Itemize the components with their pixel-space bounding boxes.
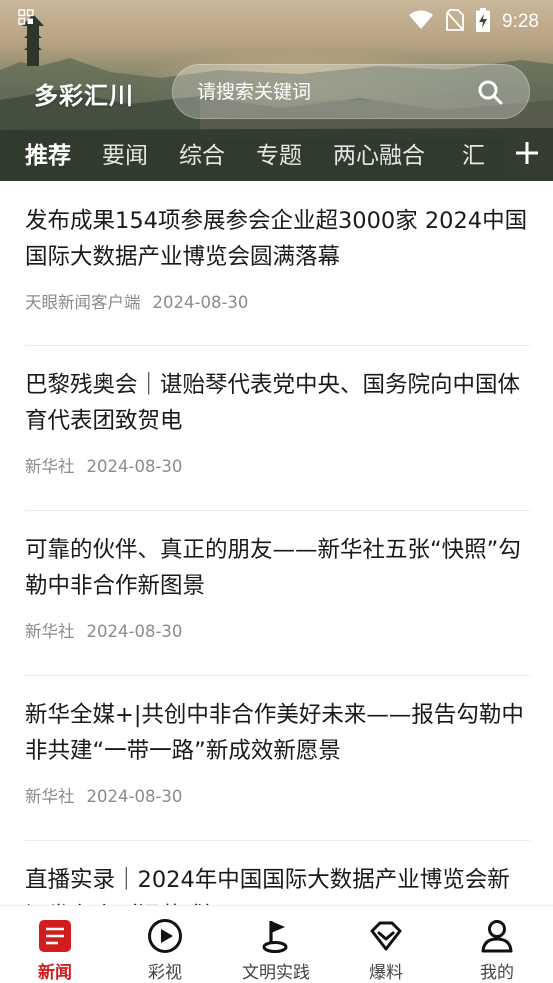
news-item[interactable]: 新华全媒+|共创中非合作美好未来——报告勾勒中非共建“一带一路”新成效新愿景 新…: [25, 697, 530, 807]
category-tabs: 推荐 要闻 综合 专题 两心融合 汇: [0, 130, 553, 176]
divider: [25, 345, 530, 346]
news-item[interactable]: 可靠的伙伴、真正的朋友——新华社五张“快照”勾勒中非合作新图景 新华社 2024-…: [25, 532, 530, 642]
heart-diamond-icon: [368, 918, 404, 958]
news-meta: 新华社 2024-08-30: [25, 453, 530, 477]
flag-icon: [258, 918, 294, 958]
brand-title: 多彩汇川: [34, 82, 134, 110]
news-title: 发布成果154项参展参会企业超3000家 2024中国国际大数据产业博览会圆满落…: [25, 208, 528, 270]
search-icon[interactable]: [477, 79, 503, 109]
status-time: 9:28: [502, 11, 539, 32]
news-list: 发布成果154项参展参会企业超3000家 2024中国国际大数据产业博览会圆满落…: [0, 181, 553, 905]
app-grid-icon: [18, 9, 34, 29]
nav-civilization-practice[interactable]: 文明实践: [221, 906, 331, 983]
news-date: 2024-08-30: [86, 457, 183, 476]
play-icon: [147, 918, 183, 958]
news-date: 2024-08-30: [152, 293, 249, 312]
nav-tips[interactable]: 爆料: [331, 906, 441, 983]
nav-label: 彩视: [148, 963, 182, 983]
tab-huichuan[interactable]: 汇: [462, 136, 485, 170]
nav-video[interactable]: 彩视: [110, 906, 220, 983]
nav-label: 新闻: [38, 963, 72, 983]
news-title: 巴黎残奥会｜谌贻琴代表党中央、国务院向中国体育代表团致贺电: [25, 372, 521, 434]
news-title: 直播实录｜2024年中国国际大数据产业博览会新闻发布会（闭幕式）: [25, 867, 510, 905]
divider: [25, 675, 530, 676]
divider: [25, 840, 530, 841]
news-source: 新华社: [25, 622, 75, 641]
tab-recommend[interactable]: 推荐: [25, 136, 71, 170]
tab-two-hearts[interactable]: 两心融合: [333, 136, 425, 170]
add-tab-button[interactable]: [501, 130, 553, 176]
nav-label: 我的: [480, 963, 514, 983]
nav-news[interactable]: 新闻: [0, 906, 110, 983]
news-source: 新华社: [25, 787, 75, 806]
nav-label: 爆料: [369, 963, 403, 983]
nav-me[interactable]: 我的: [442, 906, 552, 983]
wifi-icon: [408, 10, 434, 34]
plus-icon: [516, 142, 538, 164]
news-item[interactable]: 巴黎残奥会｜谌贻琴代表党中央、国务院向中国体育代表团致贺电 新华社 2024-08…: [25, 367, 530, 477]
search-input[interactable]: [197, 77, 467, 107]
news-source: 新华社: [25, 457, 75, 476]
news-title: 新华全媒+|共创中非合作美好未来——报告勾勒中非共建“一带一路”新成效新愿景: [25, 702, 524, 764]
battery-charging-icon: [476, 8, 491, 36]
header: 9:28 多彩汇川 推荐 要闻 综合 专题 两心融合 汇: [0, 0, 553, 181]
news-source: 天眼新闻客户端: [25, 293, 141, 312]
news-meta: 新华社 2024-08-30: [25, 618, 530, 642]
nav-label: 文明实践: [242, 963, 310, 983]
news-date: 2024-08-30: [86, 787, 183, 806]
news-title: 可靠的伙伴、真正的朋友——新华社五张“快照”勾勒中非合作新图景: [25, 537, 521, 599]
status-bar: 9:28: [0, 0, 553, 38]
search-bar[interactable]: [172, 64, 530, 119]
tab-headlines[interactable]: 要闻: [102, 136, 148, 170]
divider: [25, 510, 530, 511]
tab-general[interactable]: 综合: [179, 136, 225, 170]
news-date: 2024-08-30: [86, 622, 183, 641]
bottom-nav: 新闻 彩视 文明实践 爆料 我的: [0, 905, 553, 983]
tab-topics[interactable]: 专题: [256, 136, 302, 170]
news-item[interactable]: 发布成果154项参展参会企业超3000家 2024中国国际大数据产业博览会圆满落…: [25, 203, 530, 313]
news-item[interactable]: 直播实录｜2024年中国国际大数据产业博览会新闻发布会（闭幕式）: [25, 862, 530, 905]
person-icon: [479, 918, 515, 958]
news-meta: 新华社 2024-08-30: [25, 783, 530, 807]
no-sim-icon: [446, 9, 464, 35]
news-icon: [37, 918, 73, 958]
news-meta: 天眼新闻客户端 2024-08-30: [25, 289, 530, 313]
